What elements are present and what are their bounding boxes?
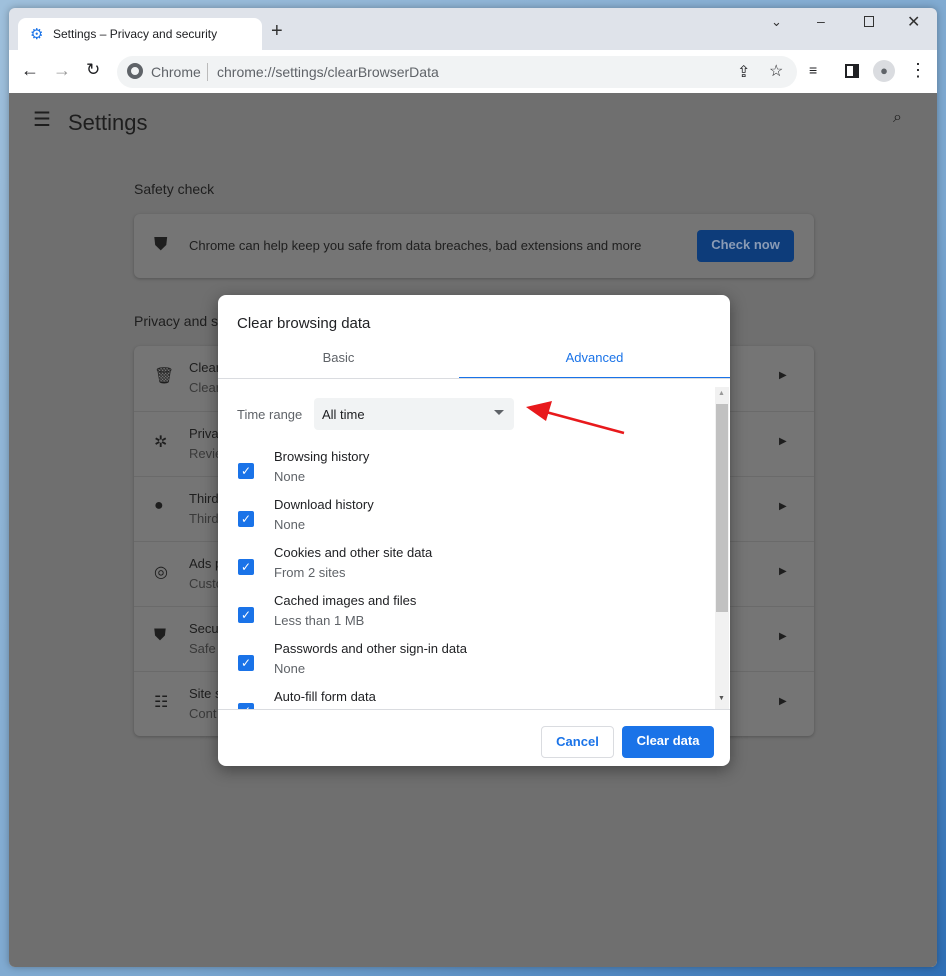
clear-browsing-data-dialog: Clear browsing data Basic Advanced Time … [218, 295, 730, 766]
item-sub: None [274, 469, 306, 484]
chevron-right-icon: ▶ [779, 696, 787, 707]
item-sub: None [274, 517, 306, 532]
tab-settings[interactable]: ⚙ Settings – Privacy and security [18, 18, 262, 50]
chevron-right-icon: ▶ [779, 566, 787, 577]
trash-icon: 🗑 [154, 368, 175, 385]
cancel-button[interactable]: Cancel [541, 726, 614, 758]
divider [207, 63, 208, 81]
scroll-down-icon[interactable]: ▼ [718, 695, 725, 702]
reload-icon[interactable]: ↻ [86, 60, 100, 80]
checkbox[interactable]: ✓ [238, 655, 254, 671]
tab-advanced[interactable]: Advanced [459, 345, 730, 379]
safety-check-heading: Safety check [134, 181, 215, 197]
ads-icon: ◎ [154, 564, 168, 581]
maximize-button[interactable] [864, 16, 874, 27]
bookmark-star-icon[interactable]: ☆ [769, 61, 783, 81]
url-text[interactable]: chrome://settings/clearBrowserData [217, 64, 439, 80]
shield-icon: ⛊ [154, 627, 167, 644]
menu-kebab-icon[interactable]: ⋮ [909, 60, 927, 81]
chevron-right-icon: ▶ [779, 631, 787, 642]
chevron-right-icon: ▶ [779, 436, 787, 447]
row-title: Priva [189, 426, 219, 441]
shield-icon: ⛊ [154, 234, 168, 254]
search-icon[interactable]: ⌕ [893, 109, 902, 127]
hamburger-menu-icon[interactable]: ☰ [33, 107, 51, 132]
settings-gear-icon: ⚙ [30, 26, 44, 43]
site-chip: Chrome [151, 64, 201, 80]
checkbox[interactable]: ✓ [238, 607, 254, 623]
item-label: Cached images and files [274, 593, 417, 608]
row-title: Site s [189, 686, 222, 701]
data-type-item[interactable]: ✓ Cached images and files Less than 1 MB [218, 593, 714, 641]
chrome-icon [127, 63, 143, 79]
privacy-guide-icon: ✲ [154, 434, 168, 451]
browser-window: ⚙ Settings – Privacy and security + ⌄ – … [9, 8, 937, 967]
safety-check-card: ⛊ Chrome can help keep you safe from dat… [134, 214, 814, 278]
item-label: Download history [274, 497, 374, 512]
item-sub: Less than 1 MB [274, 613, 365, 628]
checkbox[interactable]: ✓ [238, 511, 254, 527]
row-subtitle: Clear [189, 380, 221, 395]
checkbox[interactable]: ✓ [238, 559, 254, 575]
data-type-item[interactable]: ✓ Browsing history None [218, 449, 714, 497]
item-label: Passwords and other sign-in data [274, 641, 467, 656]
toolbar: ← → ↻ Chrome chrome://settings/clearBrow… [9, 50, 937, 93]
tab-search-chevron-icon[interactable]: ⌄ [771, 14, 782, 30]
data-type-item[interactable]: ✓ Download history None [218, 497, 714, 545]
tune-icon: ☷ [154, 694, 169, 711]
data-type-item[interactable]: ✓ Auto-fill form data [218, 689, 714, 709]
data-type-item[interactable]: ✓ Passwords and other sign-in data None [218, 641, 714, 689]
page-title: Settings [68, 110, 148, 135]
scrollbar-thumb[interactable] [716, 404, 728, 612]
back-icon[interactable]: ← [21, 60, 39, 81]
new-tab-button[interactable]: + [271, 20, 283, 43]
item-label: Auto-fill form data [274, 689, 376, 704]
tab-basic[interactable]: Basic [218, 345, 459, 379]
clear-data-button[interactable]: Clear data [622, 726, 714, 758]
address-bar[interactable]: Chrome chrome://settings/clearBrowserDat… [117, 56, 797, 88]
safety-check-text: Chrome can help keep you safe from data … [189, 238, 642, 253]
item-sub: None [274, 661, 306, 676]
check-now-button[interactable]: Check now [697, 230, 794, 262]
minimize-button[interactable]: – [817, 13, 825, 29]
row-subtitle: Safe [189, 641, 216, 656]
row-title: Clear [189, 360, 221, 375]
profile-avatar-icon[interactable]: ● [873, 60, 895, 82]
chevron-right-icon: ▶ [779, 501, 787, 512]
forward-icon[interactable]: → [53, 60, 71, 81]
side-panel-icon[interactable] [845, 64, 859, 78]
row-subtitle: Third [189, 511, 219, 526]
divider [218, 378, 730, 379]
item-label: Cookies and other site data [274, 545, 433, 560]
tab-title: Settings – Privacy and security [53, 27, 218, 41]
divider [218, 709, 730, 710]
row-title: Secu [189, 621, 219, 636]
row-subtitle: Cont [189, 706, 217, 721]
item-sub: From 2 sites [274, 565, 346, 580]
dialog-title: Clear browsing data [237, 315, 371, 332]
items-list: ✓ Browsing history None ✓ Download histor… [218, 387, 714, 709]
data-type-item[interactable]: ✓ Cookies and other site data From 2 sit… [218, 545, 714, 593]
item-label: Browsing history [274, 449, 370, 464]
row-title: Third [189, 491, 219, 506]
cookie-icon: ● [154, 497, 164, 514]
close-button[interactable]: ✕ [907, 12, 920, 32]
chevron-right-icon: ▶ [779, 370, 787, 381]
share-icon[interactable]: ⇪ [737, 62, 750, 82]
checkbox[interactable]: ✓ [238, 463, 254, 479]
reading-list-icon[interactable]: ≡ [809, 62, 817, 78]
privacy-heading: Privacy and s [134, 313, 219, 329]
scroll-up-icon[interactable]: ▲ [718, 390, 725, 397]
scrollbar[interactable]: ▲ ▼ [715, 387, 729, 709]
